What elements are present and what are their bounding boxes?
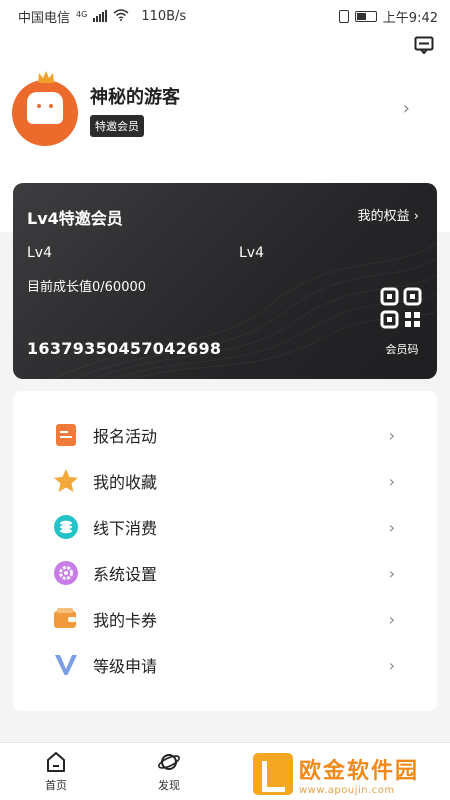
wifi-icon	[113, 8, 129, 24]
profile-info: 神秘的游客 特邀会员	[90, 83, 180, 137]
menu-item-signup[interactable]: 报名活动 ›	[13, 415, 437, 455]
star-icon	[53, 468, 79, 494]
watermark-logo-icon	[253, 753, 293, 795]
next-level: Lv4	[239, 245, 264, 261]
avatar[interactable]	[12, 80, 78, 146]
menu-item-favorites[interactable]: 我的收藏 ›	[13, 461, 437, 501]
coin-stack-icon	[53, 514, 79, 540]
menu-list: 报名活动 › 我的收藏 › 线下消费 › 系统设置 › 我的卡券 › 等级申请 …	[13, 391, 437, 711]
vibrate-icon	[338, 9, 349, 23]
watermark-text: 欧金软件园 www.apoujin.com	[299, 753, 419, 796]
watermark-url: www.apoujin.com	[299, 784, 395, 796]
membership-card[interactable]: Lv4特邀会员 我的权益 › Lv4 Lv4 目前成长值0/60000 1637…	[13, 183, 437, 379]
tab-label: 发现	[158, 779, 180, 792]
menu-item-settings[interactable]: 系统设置 ›	[13, 553, 437, 593]
watermark: 欧金软件园 www.apoujin.com	[253, 748, 450, 800]
chevron-right-icon: ›	[388, 655, 395, 675]
menu-label: 线下消费	[93, 519, 158, 538]
tab-home[interactable]: 首页	[26, 751, 86, 793]
menu-label: 报名活动	[93, 427, 158, 446]
tab-label: 首页	[45, 779, 67, 792]
network-type: 4G	[76, 9, 88, 19]
status-bar: 中国电信 4G 110B/s 上午9:42	[0, 0, 450, 32]
status-right: 上午9:42	[338, 7, 438, 26]
member-number: 16379350457042698	[27, 339, 222, 358]
chevron-right-icon: ›	[388, 517, 395, 537]
tab-discover[interactable]: 发现	[139, 751, 199, 793]
signup-icon	[53, 422, 79, 448]
growth-value: 目前成长值0/60000	[27, 280, 147, 295]
current-level: Lv4	[27, 245, 52, 261]
menu-label: 系统设置	[93, 565, 158, 584]
watermark-title: 欧金软件园	[299, 758, 420, 784]
avatar-face	[27, 92, 63, 124]
menu-label: 等级申请	[93, 657, 158, 676]
username: 神秘的游客	[90, 87, 180, 108]
menu-item-level-apply[interactable]: 等级申请 ›	[13, 645, 437, 685]
network-speed: 110B/s	[141, 8, 187, 24]
qr-code-icon[interactable]	[380, 287, 422, 329]
avatar-wrap[interactable]	[12, 71, 78, 146]
qr-label: 会员码	[385, 343, 419, 356]
chevron-right-icon: ›	[388, 425, 395, 445]
crown-icon	[38, 71, 54, 83]
card-title: Lv4特邀会员	[27, 209, 123, 228]
message-icon[interactable]	[414, 36, 434, 54]
clock: 上午9:42	[382, 10, 438, 26]
chevron-right-icon: ›	[388, 471, 395, 491]
menu-item-coupons[interactable]: 我的卡券 ›	[13, 599, 437, 639]
chevron-right-icon: ›	[388, 563, 395, 583]
member-badge: 特邀会员	[90, 115, 144, 137]
benefits-label: 我的权益	[357, 209, 410, 224]
profile-section[interactable]: 神秘的游客 特邀会员 ›	[12, 70, 432, 150]
menu-label: 我的卡券	[93, 611, 158, 630]
menu-label: 我的收藏	[93, 473, 158, 492]
battery-icon	[354, 10, 377, 22]
carrier-name: 中国电信	[18, 10, 71, 26]
settings-icon	[53, 560, 79, 586]
home-icon	[47, 752, 65, 772]
planet-icon	[158, 754, 180, 770]
menu-item-offline-spend[interactable]: 线下消费 ›	[13, 507, 437, 547]
signal-icon	[93, 10, 108, 22]
status-left: 中国电信 4G 110B/s	[18, 7, 186, 26]
v-level-icon	[53, 652, 79, 678]
benefits-link[interactable]: 我的权益 ›	[358, 205, 419, 224]
wallet-icon	[53, 606, 79, 632]
chevron-right-icon: ›	[388, 609, 395, 629]
chevron-right-icon[interactable]: ›	[403, 98, 410, 119]
